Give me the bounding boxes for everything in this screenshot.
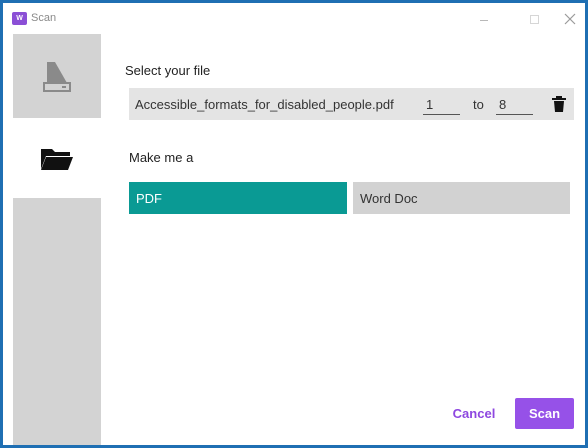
title-bar: W Scan [3, 3, 585, 34]
output-option-word-doc[interactable]: Word Doc [353, 182, 570, 214]
minimize-button[interactable] [474, 9, 494, 29]
output-option-label: PDF [136, 190, 162, 206]
sidebar [13, 34, 101, 445]
scan-button[interactable]: Scan [515, 398, 574, 429]
maximize-button[interactable] [524, 9, 544, 29]
minimize-icon [480, 19, 488, 21]
file-row: Accessible_formats_for_disabled_people.p… [129, 88, 574, 120]
trash-icon [552, 96, 566, 112]
page-from-input[interactable] [423, 94, 460, 115]
close-button[interactable] [560, 9, 580, 29]
output-option-pdf[interactable]: PDF [129, 182, 347, 214]
make-me-label: Make me a [129, 150, 194, 165]
window-title: Scan [31, 12, 57, 24]
scanner-icon [43, 62, 71, 92]
select-file-label: Select your file [125, 63, 211, 78]
output-option-label: Word Doc [360, 190, 418, 206]
app-icon: W [12, 12, 27, 25]
delete-file-button[interactable] [550, 95, 568, 113]
main-panel: Select your file Accessible_formats_for_… [101, 34, 585, 445]
folder-icon [41, 149, 73, 170]
file-name: Accessible_formats_for_disabled_people.p… [135, 97, 394, 112]
page-to-input[interactable] [496, 94, 533, 115]
app-icon-text: W [16, 15, 23, 22]
cancel-button[interactable]: Cancel [450, 399, 498, 427]
maximize-icon [529, 14, 539, 24]
scan-window: W Scan Select your file Accessible_forma… [3, 3, 585, 445]
to-label: to [473, 97, 484, 112]
sidebar-item-scanner[interactable] [13, 34, 101, 118]
close-icon [564, 13, 576, 25]
sidebar-item-files[interactable] [13, 118, 101, 198]
